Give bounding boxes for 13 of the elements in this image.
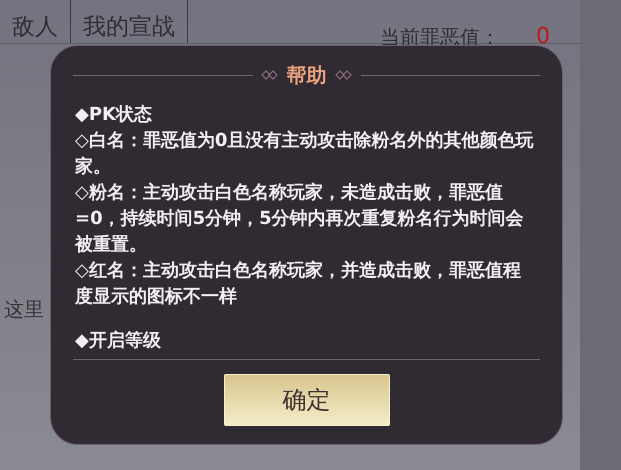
help-paragraph: ◇粉名：主动攻击白色名称玩家，未造成击败，罪恶值=0，持续时间5分钟，5分钟内再次重复粉名行为时间会被重置。: [75, 181, 525, 257]
section-heading: ◆开启等级: [75, 329, 162, 353]
dialog-title: 帮助: [286, 62, 326, 89]
ornament-icon: [334, 70, 352, 80]
sin-value: 0: [535, 23, 551, 43]
help-paragraph: ◇白名：罪恶值为0且没有主动攻击除粉名外的其他颜色玩家。: [75, 129, 534, 179]
info-text: 这里: [4, 296, 44, 323]
tab[interactable]: 敌人: [0, 0, 71, 43]
help-paragraph: ◇红名：主动攻击白色名称玩家，并造成击败，罪恶值程度显示的图标不一样: [75, 259, 522, 309]
confirm-button[interactable]: 确定: [224, 374, 390, 426]
tab[interactable]: 我的宣战: [71, 0, 188, 43]
section-heading: ◆PK状态: [75, 103, 153, 127]
ornament-icon: [260, 70, 278, 80]
